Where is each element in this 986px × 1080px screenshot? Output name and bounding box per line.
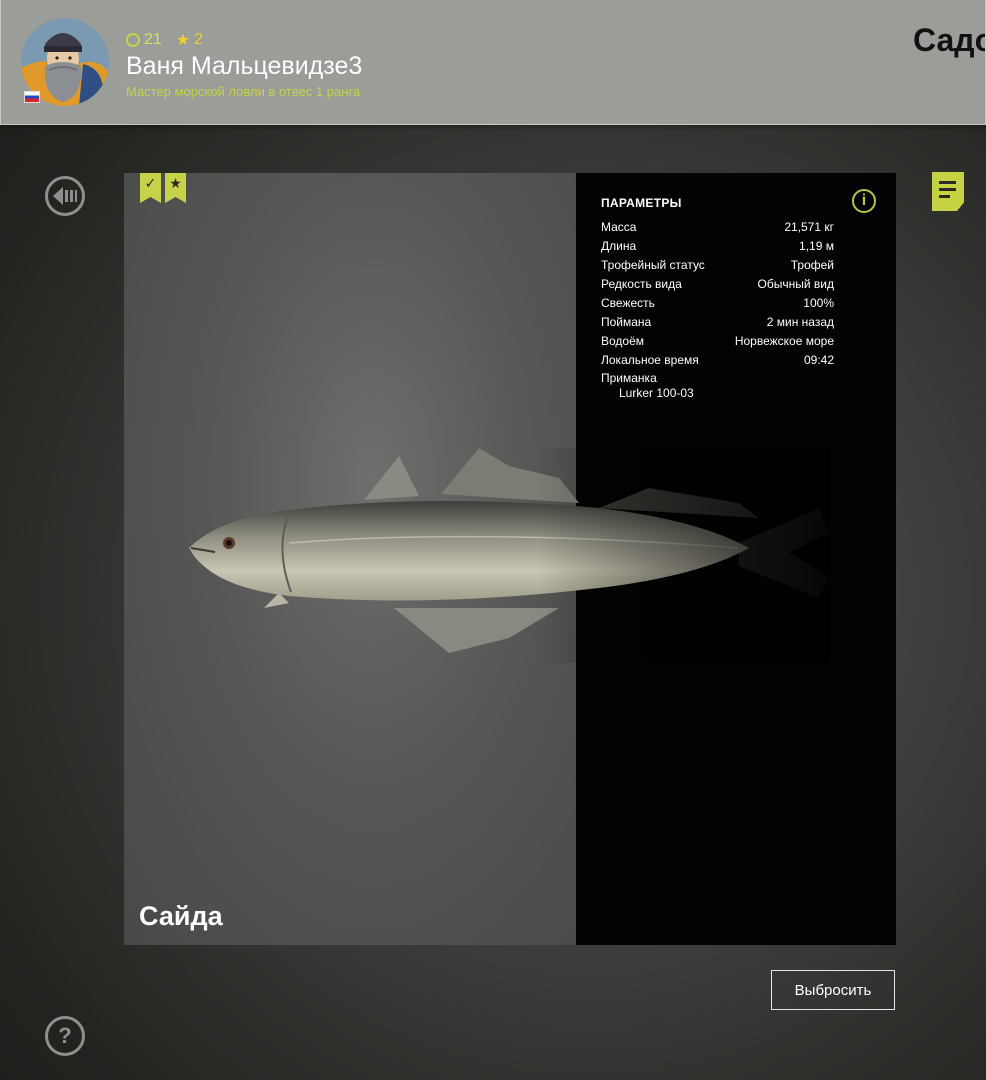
back-button[interactable]	[45, 176, 85, 216]
notes-list-icon	[939, 181, 956, 184]
param-row-length: Длина 1,19 м	[601, 239, 834, 253]
lure-value: Lurker 100-03	[619, 386, 694, 400]
fish-card: ПАРАМЕТРЫ i Масса 21,571 кг Длина 1,19 м Т…	[124, 173, 896, 945]
help-question-icon: ?	[58, 1023, 72, 1048]
star-icon: ★	[175, 32, 191, 49]
player-rank: Мастер морской ловли в отвес 1 ранга	[126, 84, 361, 99]
fish-image	[179, 448, 829, 663]
fish-badges: ✓ ★	[140, 173, 186, 203]
param-row-caught: Поймана 2 мин назад	[601, 315, 834, 329]
back-arrow-icon	[53, 187, 77, 205]
param-row-freshness: Свежесть 100%	[601, 296, 834, 310]
param-row-rarity: Редкость вида Обычный вид	[601, 277, 834, 291]
discard-button[interactable]: Выбросить	[771, 970, 895, 1010]
profile-header: 21 ★ 2 Ваня Мальцевидзе3 Мастер морской …	[0, 0, 986, 125]
param-row-water: Водоём Норвежское море	[601, 334, 834, 348]
param-row-local-time: Локальное время 09:42	[601, 353, 834, 367]
info-icon[interactable]: i	[852, 189, 876, 213]
params-title: ПАРАМЕТРЫ	[601, 196, 682, 210]
player-stars: 2	[194, 31, 204, 48]
notes-button[interactable]	[932, 172, 964, 211]
player-level: 21	[144, 31, 162, 48]
player-name: Ваня Мальцевидзе3	[126, 52, 363, 80]
star-badge-icon: ★	[165, 173, 186, 203]
help-button[interactable]: ?	[45, 1016, 85, 1056]
checkmark-badge-icon: ✓	[140, 173, 161, 203]
param-row-trophy: Трофейный статус Трофей	[601, 258, 834, 272]
player-stats: 21 ★ 2	[126, 30, 203, 50]
param-row-mass: Масса 21,571 кг	[601, 220, 834, 234]
level-icon	[126, 33, 140, 47]
param-list: Масса 21,571 кг Длина 1,19 м Трофейный ста…	[601, 218, 834, 401]
page-title: Садок	[913, 22, 985, 58]
fish-name: Сайда	[139, 901, 223, 931]
lure-label: Приманка	[601, 371, 657, 385]
russia-flag-icon	[25, 92, 39, 102]
